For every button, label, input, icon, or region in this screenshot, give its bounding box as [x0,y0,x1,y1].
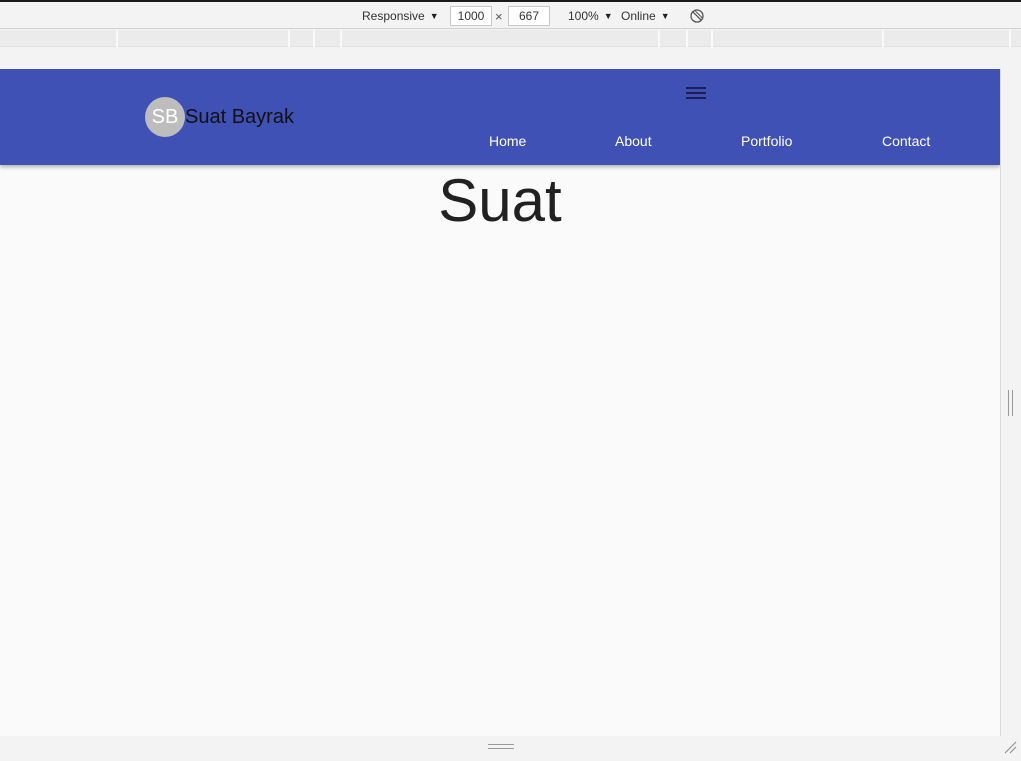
dimension-separator: × [495,9,503,24]
zoom-label: 100% [568,9,599,23]
media-query-marker[interactable] [313,30,315,47]
nav-link-about[interactable]: About [615,132,652,150]
corner-resize-grip-icon[interactable] [1003,740,1017,754]
emulated-viewport: SB Suat Bayrak Home About Portfolio Cont… [0,69,1000,736]
avatar[interactable]: SB [145,97,185,137]
rotate-icon[interactable] [689,8,705,24]
app-bar: SB Suat Bayrak Home About Portfolio Cont… [0,69,1000,165]
nav-link-portfolio[interactable]: Portfolio [741,132,792,150]
nav-link-home[interactable]: Home [489,132,526,150]
device-mode-dropdown[interactable]: Responsive ▼ [362,7,439,25]
viewport-width-input[interactable] [450,6,492,26]
media-query-marker[interactable] [882,30,884,47]
media-query-marker[interactable] [711,30,713,47]
media-query-marker[interactable] [658,30,660,47]
throttling-label: Online [621,9,656,23]
caret-down-icon: ▼ [603,11,613,21]
device-mode-label: Responsive [362,9,425,23]
media-query-marker[interactable] [340,30,342,47]
nav-link-contact[interactable]: Contact [882,132,930,150]
media-query-ruler [0,30,1021,47]
media-query-marker[interactable] [116,30,118,47]
hero-title: Suat [438,167,562,234]
right-resize-handle[interactable] [1008,390,1013,416]
caret-down-icon: ▼ [429,11,439,21]
media-query-marker[interactable] [686,30,688,47]
device-toolbar: Responsive ▼ × 100% ▼ Online ▼ [0,0,1021,29]
brand-name[interactable]: Suat Bayrak [185,105,294,129]
media-query-marker[interactable] [1009,30,1011,47]
viewport-height-input[interactable] [508,6,550,26]
throttling-dropdown[interactable]: Online ▼ [621,7,670,25]
bottom-resize-handle[interactable] [488,744,514,749]
zoom-dropdown[interactable]: 100% ▼ [568,7,613,25]
hamburger-menu-icon[interactable] [686,87,706,101]
caret-down-icon: ▼ [660,11,670,21]
media-query-marker[interactable] [288,30,290,47]
